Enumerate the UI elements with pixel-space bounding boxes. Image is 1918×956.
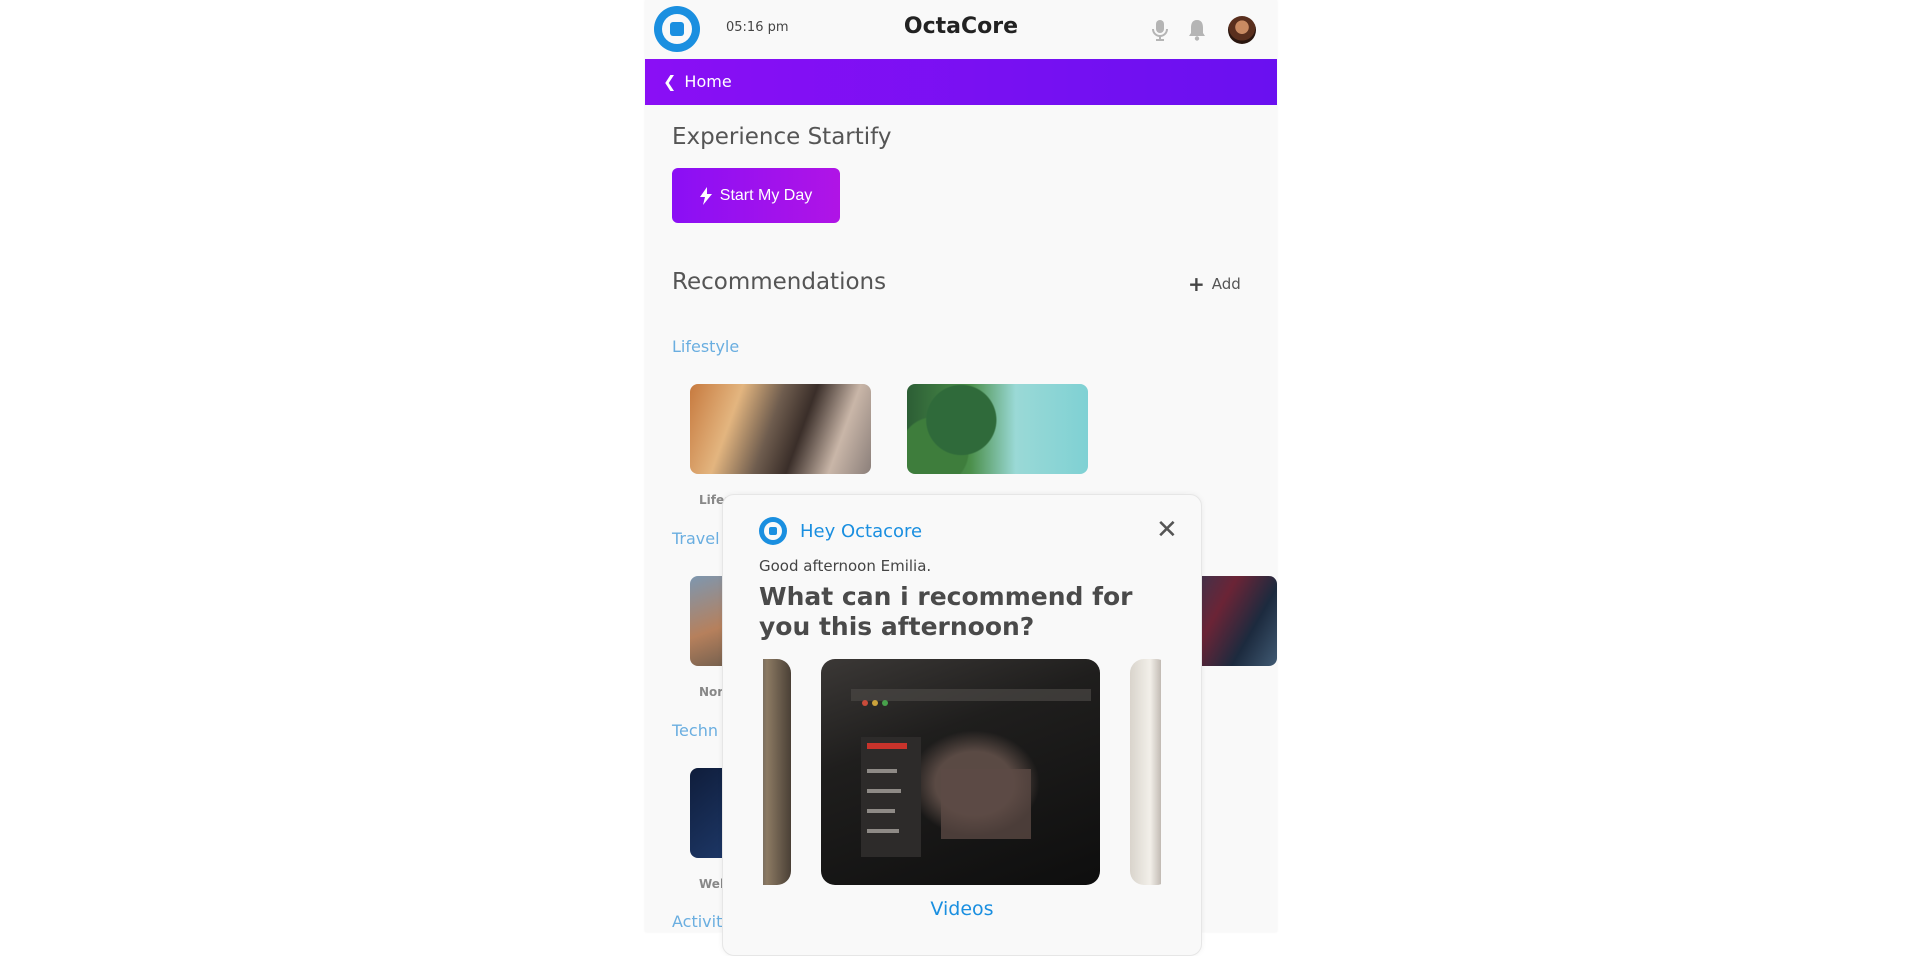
experience-title: Experience Startify — [672, 124, 892, 150]
add-recommendation-button[interactable]: + Add — [1188, 272, 1241, 296]
top-bar: 05:16 pm OctaCore — [645, 0, 1277, 59]
plus-icon: + — [1188, 272, 1205, 296]
recommendations-title: Recommendations — [672, 269, 887, 295]
close-icon[interactable]: ✕ — [1156, 515, 1178, 545]
carousel-slide-next[interactable] — [1130, 659, 1161, 885]
active-category-label[interactable]: Videos — [723, 898, 1201, 920]
lifestyle-thumbnail-2[interactable] — [907, 384, 1088, 474]
carousel-slide-videos[interactable] — [821, 659, 1100, 885]
lifestyle-thumbnail-1[interactable] — [690, 384, 871, 474]
greeting-text: Good afternoon Emilia. — [759, 557, 932, 575]
travel-item-label: Nor — [699, 685, 724, 699]
modal-title: Hey Octacore — [800, 521, 923, 542]
video-screen-image — [851, 689, 1091, 857]
nav-bar: ❮ Home — [645, 59, 1277, 105]
microphone-icon[interactable] — [1149, 18, 1171, 42]
category-activities[interactable]: Activit — [672, 912, 722, 931]
technology-item-label: Wel — [699, 877, 725, 891]
carousel-slide-prev[interactable] — [763, 659, 791, 885]
assistant-modal: Hey Octacore ✕ Good afternoon Emilia. Wh… — [722, 494, 1202, 956]
lightning-icon — [699, 186, 712, 205]
octacore-logo-icon — [759, 517, 787, 545]
chevron-left-icon: ❮ — [663, 72, 677, 91]
user-avatar[interactable] — [1228, 16, 1256, 44]
app-title: OctaCore — [903, 14, 1019, 39]
start-my-day-button[interactable]: Start My Day — [672, 168, 840, 223]
bell-icon[interactable] — [1186, 18, 1208, 42]
category-carousel[interactable] — [763, 659, 1161, 885]
back-label: Home — [684, 72, 732, 91]
category-travel[interactable]: Travel — [672, 529, 720, 548]
category-lifestyle[interactable]: Lifestyle — [672, 337, 739, 356]
start-my-day-label: Start My Day — [719, 186, 813, 204]
add-label: Add — [1211, 275, 1241, 293]
back-home-link[interactable]: ❮ Home — [663, 72, 732, 91]
recommendation-question: What can i recommend for you this aftern… — [759, 582, 1133, 641]
category-technology[interactable]: Techn — [672, 721, 718, 740]
